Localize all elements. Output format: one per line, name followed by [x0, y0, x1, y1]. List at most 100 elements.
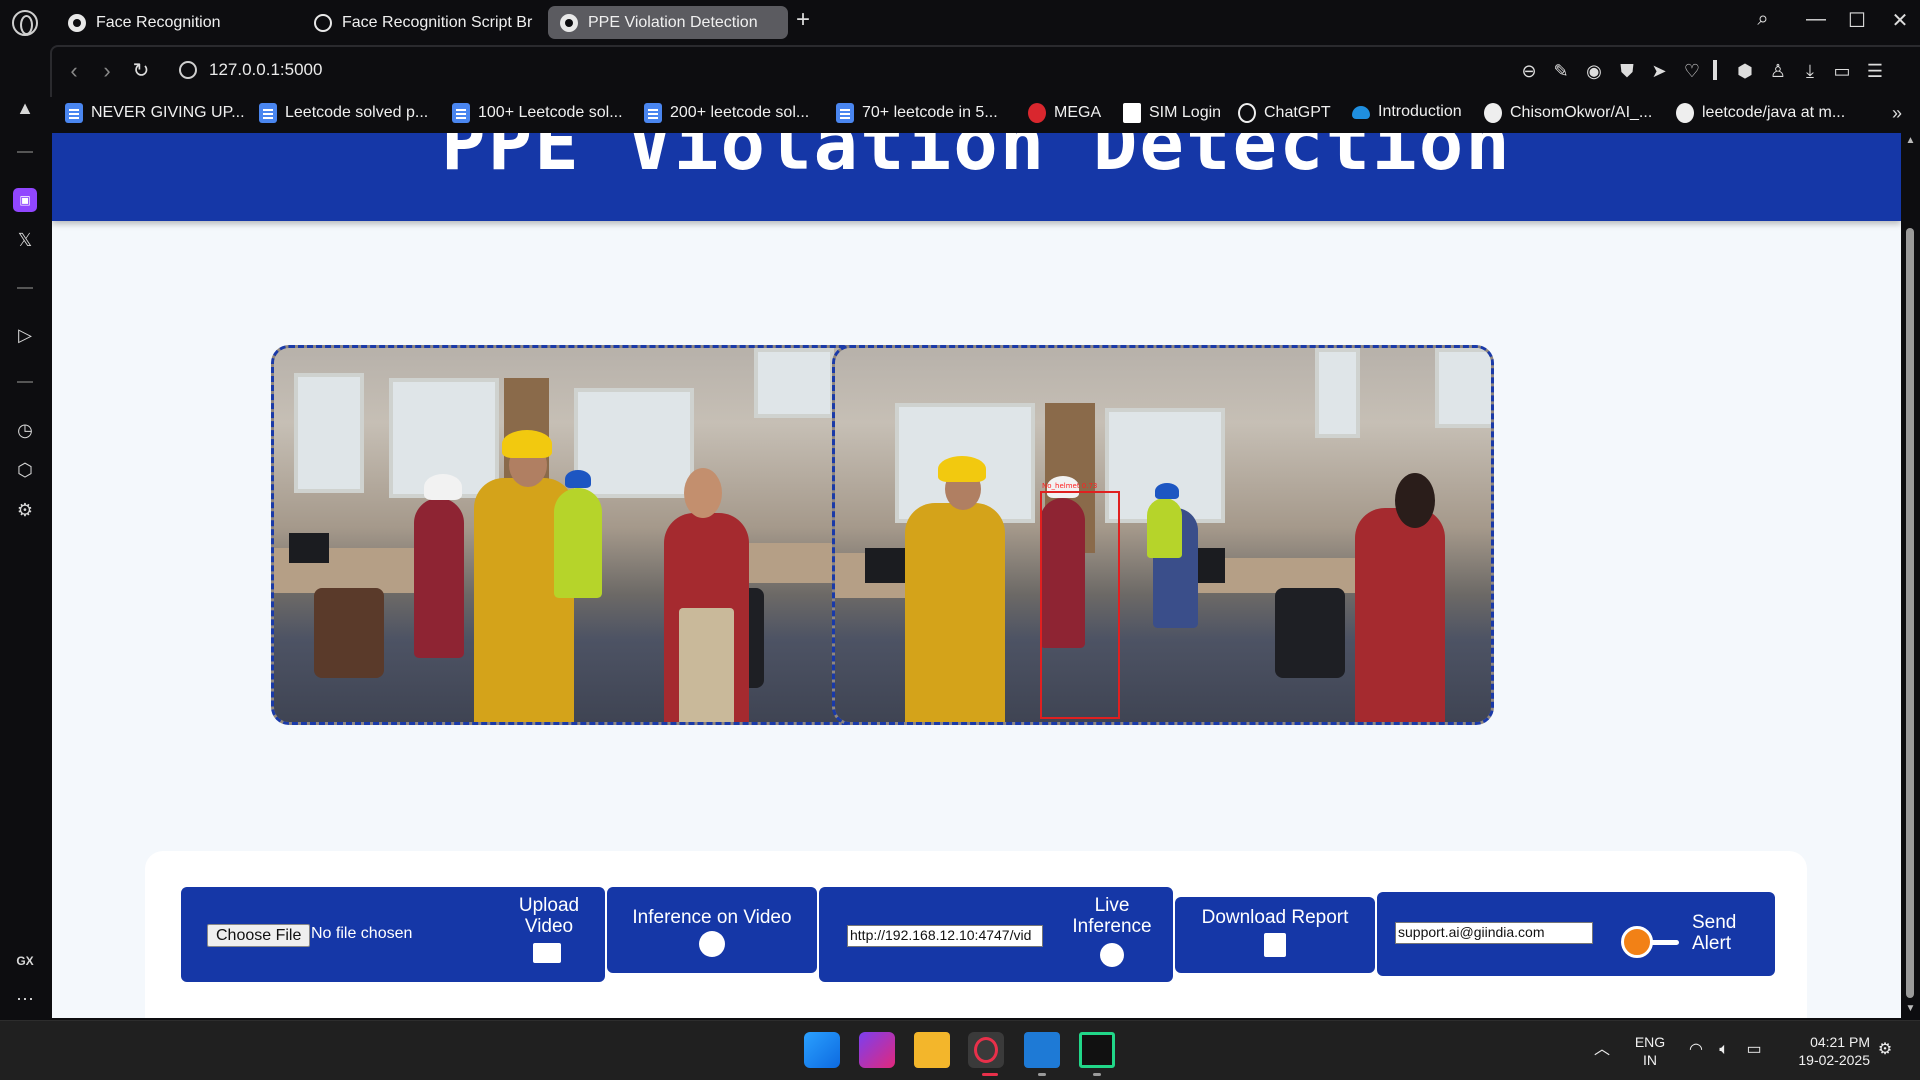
maximize-button[interactable]: ☐ [1842, 8, 1872, 33]
x-twitter-icon[interactable]: 𝕏 [13, 228, 37, 252]
running-indicator [1093, 1073, 1101, 1076]
windows-start-icon[interactable] [804, 1032, 840, 1068]
tab-search-icon[interactable]: ⌕ [1748, 8, 1778, 31]
inference-video-label: Inference on Video [632, 907, 792, 928]
globe-icon [68, 13, 86, 32]
doc-icon [259, 103, 277, 123]
upload-video-button[interactable]: Upload Video [499, 895, 599, 937]
opera-gx-taskbar-icon[interactable] [968, 1032, 1004, 1068]
extensions-cube-icon[interactable]: ⬡ [13, 458, 37, 482]
detection-label: No_helmet 0.73 [1042, 482, 1098, 490]
opera-sidebar: ▲ ▣ 𝕏 ▷ ◷ ⬡ ⚙ GX ⋯ [0, 45, 50, 1020]
wifi-icon[interactable]: ◠ [1686, 1040, 1706, 1060]
globe-icon [560, 13, 578, 32]
github-icon [1484, 103, 1502, 123]
tab-face-recognition[interactable]: Face Recognition [56, 6, 296, 39]
send-alert-control: support.ai@giindia.com Send Alert [1377, 892, 1775, 976]
bookmark-label: NEVER GIVING UP... [91, 104, 245, 121]
volume-icon[interactable]: 🔈︎ [1714, 1040, 1734, 1060]
sidebar-divider [17, 151, 33, 153]
upload-label-line2: Video [524, 916, 574, 937]
tab-face-recognition-script[interactable]: Face Recognition Script Br [302, 6, 542, 39]
scroll-up-icon[interactable]: ▲ [1905, 135, 1916, 146]
doc-icon [836, 103, 854, 123]
bookmark-introduction[interactable]: Introduction [1352, 103, 1462, 121]
chevron-up-icon[interactable]: ︿ [1592, 1040, 1612, 1060]
github-icon [1676, 103, 1694, 123]
zoom-out-icon[interactable]: ⊖ [1518, 60, 1540, 82]
player-icon[interactable]: ▷ [13, 323, 37, 347]
back-icon[interactable]: ‹ [62, 59, 86, 83]
send-icon[interactable]: ➤ [1648, 60, 1670, 82]
live-inference-button[interactable]: Live Inference [1057, 895, 1167, 937]
pycharm-icon[interactable] [1079, 1032, 1115, 1068]
page-title: PPE Violation Detection [441, 133, 1512, 187]
stream-url-input[interactable]: http://192.168.12.10:4747/vid [847, 925, 1043, 947]
file-explorer-icon[interactable] [914, 1032, 950, 1068]
send-alert-button[interactable]: Send Alert [1692, 912, 1762, 954]
language-indicator[interactable]: ENG IN [1628, 1033, 1672, 1069]
url-field[interactable]: 127.0.0.1:5000 [209, 60, 322, 80]
minimize-button[interactable]: — [1801, 8, 1831, 31]
history-icon[interactable]: ◷ [13, 418, 37, 442]
close-window-button[interactable]: ✕ [1885, 8, 1915, 33]
heart-icon[interactable]: ♡ [1681, 60, 1703, 82]
twitch-icon[interactable]: ▣ [13, 188, 37, 212]
extensions-icon[interactable]: ⬢ [1734, 60, 1756, 82]
alert-email-input[interactable]: support.ai@giindia.com [1395, 922, 1593, 944]
mega-icon [1028, 103, 1046, 123]
upload-video-control: Choose File No file chosen Upload Video [181, 887, 605, 982]
bookmark-mega[interactable]: MEGA [1028, 103, 1101, 123]
battery-saver-icon[interactable]: ▭ [1831, 60, 1853, 82]
bookmark-leetcode-solved[interactable]: Leetcode solved p... [259, 103, 428, 123]
scroll-thumb[interactable] [1906, 228, 1914, 998]
vscode-icon[interactable] [1024, 1032, 1060, 1068]
bookmark-chatgpt[interactable]: ChatGPT [1238, 103, 1331, 123]
page-scrollbar[interactable]: ▲ ▼ [1901, 133, 1920, 1018]
cloud-icon [1352, 105, 1370, 119]
download-icon[interactable]: ⤓ [1799, 60, 1821, 82]
edit-screenshot-icon[interactable]: ✎ [1550, 60, 1572, 82]
bookmarks-overflow-icon[interactable]: » [1892, 103, 1902, 124]
bookmark-chisomokwor[interactable]: ChisomOkwor/AI_... [1484, 103, 1652, 123]
choose-file-button[interactable]: Choose File [207, 924, 311, 947]
bookmark-label: 100+ Leetcode sol... [478, 104, 623, 121]
tab-label: PPE Violation Detection [588, 13, 758, 31]
easy-setup-icon[interactable]: ☰ [1864, 60, 1886, 82]
send-label-line1: Send [1692, 912, 1737, 933]
doc-icon [65, 103, 83, 123]
notification-icon[interactable]: ⚙ [1875, 1040, 1895, 1060]
page-viewport: PPE Violation Detection No_helmet 0.73 C… [52, 133, 1901, 1018]
bookmark-never-giving-up[interactable]: NEVER GIVING UP... [65, 103, 245, 123]
gx-label[interactable]: GX [13, 949, 37, 973]
bookmark-sim-login[interactable]: SIM Login [1123, 103, 1221, 123]
bookmarks-bar: NEVER GIVING UP... Leetcode solved p... … [52, 97, 1920, 133]
reload-icon[interactable]: ↻ [129, 59, 153, 83]
bookmark-label: 200+ leetcode sol... [670, 104, 810, 121]
shield-icon[interactable]: ⛊ [1616, 60, 1638, 82]
more-options-icon[interactable]: ⋯ [13, 987, 37, 1011]
download-report-button[interactable]: Download Report [1175, 897, 1375, 973]
profile-icon[interactable]: ♙ [1767, 60, 1789, 82]
clock[interactable]: 04:21 PM 19-02-2025 [1778, 1033, 1870, 1069]
camera-icon[interactable]: ◉ [1583, 60, 1605, 82]
new-tab-button[interactable]: + [792, 8, 814, 32]
tab-ppe-violation-detection[interactable]: PPE Violation Detection [548, 6, 788, 39]
live-label-line1: Live [1094, 895, 1130, 916]
aria-icon[interactable]: ▲ [13, 96, 37, 120]
battery-icon[interactable]: ▭ [1744, 1040, 1764, 1060]
site-info-icon[interactable] [179, 61, 197, 79]
opera-menu-icon[interactable] [12, 10, 38, 36]
language-line2: IN [1643, 1052, 1657, 1068]
settings-gear-icon[interactable]: ⚙ [13, 498, 37, 522]
inference-on-video-button[interactable]: Inference on Video [607, 887, 817, 973]
app-icon[interactable] [859, 1032, 895, 1068]
alert-toggle-knob[interactable] [1621, 926, 1653, 958]
forward-icon[interactable]: › [95, 59, 119, 83]
scroll-down-icon[interactable]: ▼ [1905, 1003, 1916, 1014]
bookmark-200-leetcode[interactable]: 200+ leetcode sol... [644, 103, 809, 123]
bookmark-70-leetcode[interactable]: 70+ leetcode in 5... [836, 103, 998, 123]
bookmark-leetcode-java[interactable]: leetcode/java at m... [1676, 103, 1845, 123]
bookmark-100-leetcode[interactable]: 100+ Leetcode sol... [452, 103, 623, 123]
doc-icon [644, 103, 662, 123]
